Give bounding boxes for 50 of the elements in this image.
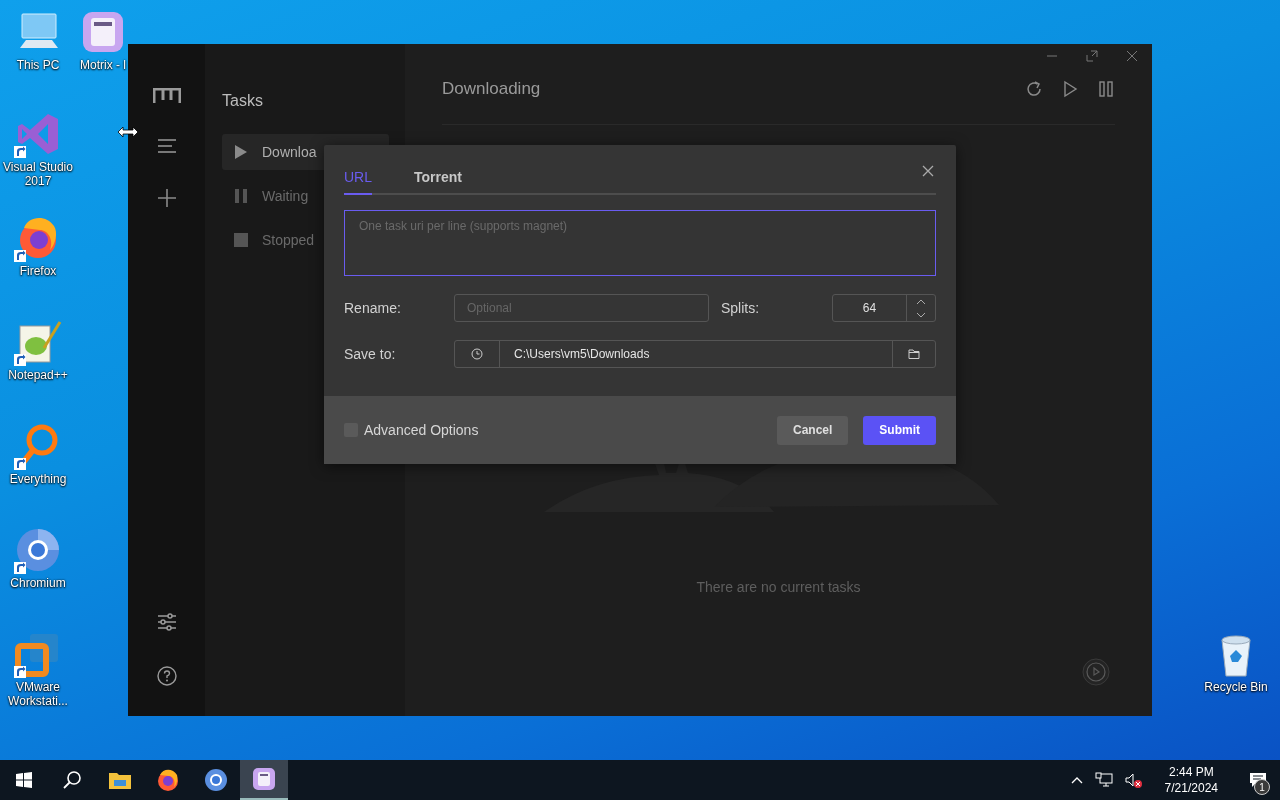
pause-icon — [234, 188, 248, 204]
icon-label: Notepad++ — [8, 368, 68, 382]
chevron-up-icon[interactable] — [1070, 776, 1083, 784]
flame-globe-icon — [156, 768, 180, 792]
taskbar-app[interactable] — [240, 760, 288, 800]
close-icon[interactable] — [1126, 50, 1138, 62]
stop-icon — [234, 232, 248, 248]
chevron-down-icon — [916, 311, 926, 318]
icon-label: Recycle Bin — [1204, 680, 1268, 694]
field-label: Save to: — [344, 346, 397, 362]
muted-speaker-icon[interactable] — [1124, 772, 1143, 788]
notifications-button[interactable]: 1 — [1236, 760, 1280, 800]
dialog-tab[interactable]: Torrent — [414, 169, 462, 195]
network-icon[interactable] — [1094, 772, 1113, 788]
add-icon[interactable] — [156, 188, 177, 208]
windows-logo-icon — [16, 772, 32, 788]
submit-button[interactable]: Submit — [863, 415, 936, 445]
icon-label: Visual Studio 2017 — [2, 160, 74, 188]
chevron-up-icon — [916, 298, 926, 305]
ring-logo-icon — [204, 768, 228, 792]
pause-icon[interactable] — [1097, 80, 1115, 98]
search-icon — [62, 770, 82, 790]
icon-label: VMware Workstati... — [7, 680, 69, 708]
splits-spinner[interactable]: 64 — [832, 294, 936, 322]
empty-state-text: There are no current tasks — [696, 579, 861, 595]
icon-label: Everything — [9, 472, 67, 486]
icon-label: Chromium — [10, 576, 66, 590]
logo-icon[interactable] — [152, 88, 181, 104]
help-icon[interactable] — [156, 666, 177, 686]
page-title: Downloading — [442, 79, 541, 99]
menu-icon[interactable] — [156, 138, 177, 154]
play-icon[interactable] — [1061, 80, 1079, 98]
sidebar-title: Tasks — [222, 92, 264, 110]
field-label: Splits: — [721, 300, 761, 316]
resize-cursor-icon — [117, 126, 139, 138]
refresh-icon[interactable] — [1025, 80, 1043, 98]
maximize-icon[interactable] — [1086, 50, 1098, 62]
cancel-button[interactable]: Cancel — [776, 415, 849, 445]
app-icon — [252, 767, 276, 791]
clock[interactable]: 2:44 PM 7/21/2024 — [1158, 763, 1224, 797]
notification-badge: 1 — [1254, 779, 1270, 795]
icon-label: Firefox — [19, 264, 57, 278]
advanced-options-checkbox[interactable]: Advanced Options — [344, 422, 479, 438]
settings-icon[interactable] — [156, 612, 177, 632]
icon-label: This PC — [16, 58, 60, 72]
field-label: Rename: — [344, 300, 402, 316]
ring-logo-icon[interactable] — [14, 526, 62, 574]
icon-label: Motrix - l — [80, 58, 126, 72]
close-icon — [922, 165, 934, 177]
play-icon — [234, 144, 248, 160]
